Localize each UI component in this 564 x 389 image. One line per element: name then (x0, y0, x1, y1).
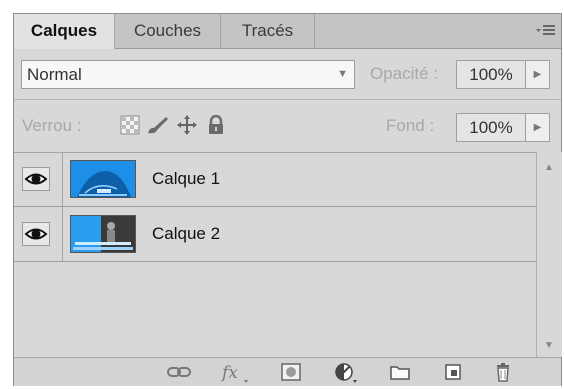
tab-bar: Calques Couches Tracés (14, 14, 561, 49)
layer-row-calque-2[interactable]: Calque 2 (14, 207, 536, 262)
panel-menu-icon[interactable] (535, 22, 557, 40)
lock-label: Verrou : (22, 116, 82, 135)
lock-all-icon[interactable] (206, 114, 226, 135)
tab-calques[interactable]: Calques (14, 14, 115, 49)
visibility-cell (14, 207, 63, 261)
delete-layer-icon[interactable] (492, 362, 514, 382)
lock-pixels-icon[interactable] (146, 115, 170, 135)
tab-couches[interactable]: Couches (115, 14, 221, 48)
new-layer-icon[interactable] (442, 362, 464, 382)
layers-panel: Calques Couches Tracés Normal ▼ Opacité … (13, 13, 562, 386)
layer-name[interactable]: Calque 1 (152, 169, 220, 189)
tab-traces[interactable]: Tracés (221, 14, 315, 48)
layers-scrollbar[interactable]: ▲ ▼ (536, 152, 562, 357)
opacity-stepper[interactable]: ▶ (526, 60, 550, 89)
opacity-field[interactable]: 100% (456, 60, 526, 89)
fill-field[interactable]: 100% (456, 113, 526, 142)
fill-stepper[interactable]: ▶ (526, 113, 550, 142)
layer-thumbnail (70, 160, 136, 198)
scroll-down-icon[interactable]: ▼ (544, 340, 554, 351)
layers-list: Calque 1 Calque 2 (14, 152, 536, 357)
lock-row: Verrou : Fond: 100% ▶ (14, 99, 561, 153)
visibility-cell (14, 152, 63, 206)
opacity-label: Opacité : (370, 64, 439, 83)
adjustment-layer-icon[interactable] (334, 362, 360, 383)
chevron-down-icon: ▼ (337, 68, 348, 80)
eye-icon[interactable] (22, 222, 50, 246)
scroll-up-icon[interactable]: ▲ (544, 162, 554, 173)
svg-text:fx: fx (220, 363, 238, 383)
bottom-toolbar: fx (14, 357, 561, 386)
link-layers-icon[interactable] (166, 362, 192, 382)
layer-name[interactable]: Calque 2 (152, 224, 220, 244)
blend-row: Normal ▼ Opacité : 100% ▶ (14, 48, 561, 100)
new-group-icon[interactable] (389, 362, 411, 382)
eye-icon[interactable] (22, 167, 50, 191)
layer-thumbnail (70, 215, 136, 253)
lock-position-icon[interactable] (177, 115, 197, 135)
fx-icon[interactable]: fx (220, 362, 250, 383)
add-mask-icon[interactable] (280, 362, 302, 382)
fill-label: Fond : (386, 116, 435, 135)
layer-row-calque-1[interactable]: Calque 1 (14, 152, 536, 207)
lock-transparency-icon[interactable] (120, 115, 140, 135)
blend-mode-value: Normal (27, 65, 82, 84)
blend-mode-select[interactable]: Normal ▼ (21, 60, 355, 89)
